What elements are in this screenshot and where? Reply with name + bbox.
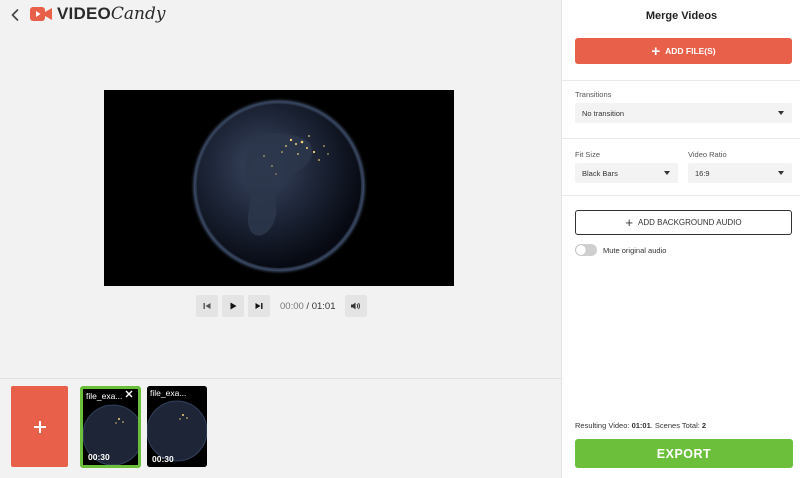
- skip-back-icon: [203, 303, 211, 309]
- video-ratio-select[interactable]: 16:9: [688, 163, 792, 183]
- panel-title: Merge Videos: [645, 10, 718, 22]
- fit-size-select[interactable]: Black Bars: [575, 163, 678, 183]
- volume-icon: [351, 302, 361, 310]
- play-button[interactable]: [222, 295, 244, 317]
- fit-size-value: Black Bars: [582, 168, 618, 178]
- time-current: 00:00: [280, 300, 304, 312]
- settings-panel: Merge Videos + ADD FILE(S) Transitions N…: [561, 0, 800, 478]
- chevron-down-icon: [778, 111, 784, 115]
- result-summary: Resulting Video: 01:01. Scenes Total: 2: [575, 421, 706, 430]
- export-button[interactable]: EXPORT: [575, 439, 793, 468]
- timeline-strip: file_exa... 00:30 file_exa... 00:30: [0, 379, 561, 478]
- time-separator: /: [303, 300, 312, 312]
- fit-size-label: Fit Size: [575, 150, 601, 159]
- summary-prefix: Resulting Video:: [575, 421, 632, 430]
- videocandy-logo[interactable]: VIDEO Candy: [30, 4, 165, 24]
- section-divider: [562, 195, 800, 196]
- playback-controls: 00:00 / 01:01: [196, 295, 371, 317]
- section-divider: [562, 138, 800, 139]
- add-audio-label: ADD BACKGROUND AUDIO: [638, 218, 742, 227]
- logo-text-script: Candy: [110, 4, 166, 24]
- transitions-select[interactable]: No transition: [575, 103, 792, 123]
- time-display: 00:00 / 01:01: [280, 301, 335, 312]
- video-ratio-label: Video Ratio: [688, 150, 727, 159]
- transitions-label: Transitions: [575, 90, 612, 99]
- plus-icon: +: [651, 42, 661, 60]
- clip-thumbnail-2[interactable]: file_exa... 00:30: [147, 386, 207, 467]
- toggle-knob: [576, 245, 586, 255]
- transitions-value: No transition: [582, 108, 625, 118]
- summary-middle: . Scenes Total:: [650, 421, 702, 430]
- video-ratio-value: 16:9: [695, 168, 710, 178]
- clip-duration: 00:30: [152, 454, 174, 464]
- chevron-down-icon: [778, 171, 784, 175]
- plus-icon: [33, 420, 46, 433]
- add-clip-button[interactable]: [11, 386, 68, 467]
- earth-video-frame: [104, 90, 454, 286]
- volume-button[interactable]: [345, 295, 368, 317]
- mute-audio-label: Mute original audio: [603, 245, 667, 255]
- clip-duration: 00:30: [88, 452, 110, 462]
- skip-back-button[interactable]: [196, 295, 218, 317]
- chevron-down-icon: [664, 171, 670, 175]
- summary-duration: 01:01: [631, 421, 651, 430]
- time-total: 01:01: [311, 300, 336, 312]
- plus-icon: +: [625, 215, 633, 230]
- clip-thumbnail-1[interactable]: file_exa... 00:30: [80, 386, 141, 468]
- editor-workspace: VIDEO Candy 00:00 / 01:01 file_exa... 00…: [0, 0, 561, 478]
- camera-logo-icon: [30, 7, 52, 21]
- add-background-audio-button[interactable]: + ADD BACKGROUND AUDIO: [575, 210, 792, 235]
- back-icon[interactable]: [8, 7, 22, 23]
- section-divider: [562, 80, 800, 81]
- play-icon: [230, 302, 237, 310]
- skip-forward-icon: [255, 303, 263, 309]
- clip-name: file_exa...: [150, 388, 187, 398]
- top-bar: VIDEO Candy: [0, 0, 561, 30]
- add-files-button[interactable]: + ADD FILE(S): [575, 38, 792, 64]
- video-preview[interactable]: [104, 90, 454, 286]
- add-files-label: ADD FILE(S): [665, 46, 716, 56]
- logo-text-bold: VIDEO: [57, 4, 111, 23]
- close-icon[interactable]: [125, 390, 135, 400]
- skip-forward-button[interactable]: [248, 295, 270, 317]
- mute-audio-row: Mute original audio: [575, 244, 666, 256]
- summary-scenes: 2: [701, 421, 707, 430]
- mute-audio-toggle[interactable]: [575, 244, 597, 256]
- clip-name: file_exa...: [86, 391, 123, 401]
